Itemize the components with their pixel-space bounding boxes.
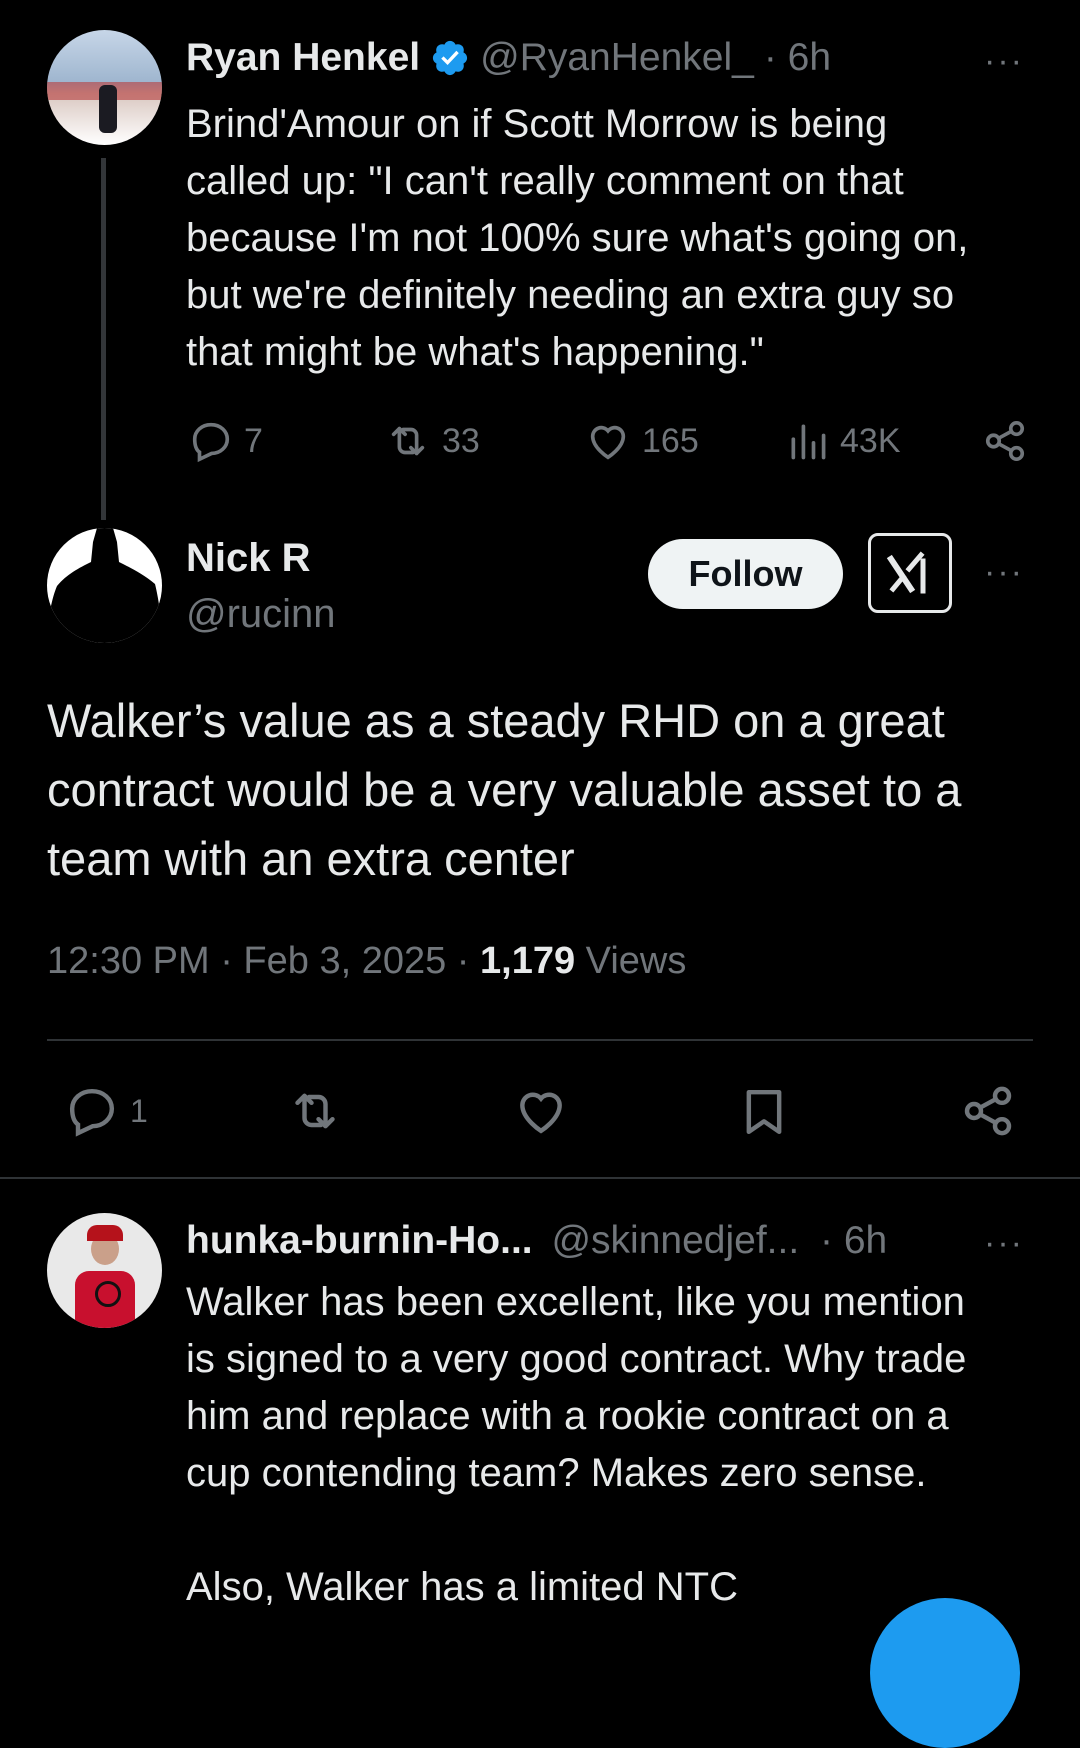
- bookmark-button[interactable]: [736, 1083, 792, 1141]
- tweet-time[interactable]: · 6h: [820, 1219, 887, 1262]
- repost-button[interactable]: [285, 1083, 345, 1139]
- author-name[interactable]: Ryan Henkel: [186, 36, 420, 80]
- share-button[interactable]: [982, 418, 1028, 464]
- follow-button[interactable]: Follow: [648, 539, 843, 609]
- views-chart-icon: [786, 418, 830, 464]
- tweet-text: Walker’s value as a steady RHD on a grea…: [47, 694, 962, 885]
- views-button[interactable]: 43K: [786, 418, 901, 464]
- heart-icon: [584, 418, 632, 464]
- views-label: Views: [575, 940, 687, 982]
- more-options-icon[interactable]: ···: [984, 1226, 1024, 1260]
- tweet-time[interactable]: · 6h: [764, 36, 831, 80]
- tweet-text: Brind'Amour on if Scott Morrow is being …: [186, 102, 969, 374]
- like-button[interactable]: 165: [584, 418, 699, 464]
- author-handle[interactable]: @skinnedjef...: [551, 1219, 799, 1262]
- heart-icon: [512, 1083, 570, 1139]
- tweet-timestamp: 12:30 PM · Feb 3, 2025 · 1,179 Views: [47, 940, 687, 982]
- more-options-icon[interactable]: ···: [984, 555, 1024, 589]
- author-handle[interactable]: @RyanHenkel_: [480, 36, 754, 80]
- avatar-reply-user[interactable]: [47, 1213, 162, 1328]
- view-count: 1,179: [480, 940, 576, 982]
- thread-line: [101, 158, 106, 520]
- share-icon: [982, 418, 1028, 464]
- avatar-ryan-henkel[interactable]: [47, 30, 162, 145]
- repost-button[interactable]: 33: [384, 418, 480, 464]
- reply-icon: [64, 1083, 120, 1139]
- author-handle[interactable]: @rucinn: [186, 592, 336, 637]
- more-options-icon[interactable]: ···: [984, 44, 1024, 78]
- avatar-nick-r[interactable]: [47, 528, 162, 643]
- share-button[interactable]: [960, 1083, 1016, 1139]
- reply-button[interactable]: 7: [188, 418, 263, 464]
- bookmark-icon: [736, 1083, 792, 1141]
- repost-icon: [384, 418, 432, 464]
- author-name[interactable]: hunka-burnin-Ho...: [186, 1219, 533, 1262]
- verified-badge-icon: [430, 38, 470, 78]
- reply-text: Walker has been excellent, like you ment…: [186, 1280, 967, 1609]
- share-icon: [960, 1083, 1016, 1139]
- grok-icon: [885, 551, 935, 595]
- compose-fab-button[interactable]: [870, 1598, 1020, 1748]
- reply-icon: [188, 418, 234, 464]
- repost-icon: [285, 1083, 345, 1139]
- divider: [0, 1177, 1080, 1179]
- reply-button[interactable]: 1: [64, 1083, 148, 1139]
- divider: [47, 1039, 1033, 1041]
- author-name[interactable]: Nick R: [186, 536, 311, 581]
- grok-button[interactable]: [868, 533, 952, 613]
- like-button[interactable]: [512, 1083, 570, 1139]
